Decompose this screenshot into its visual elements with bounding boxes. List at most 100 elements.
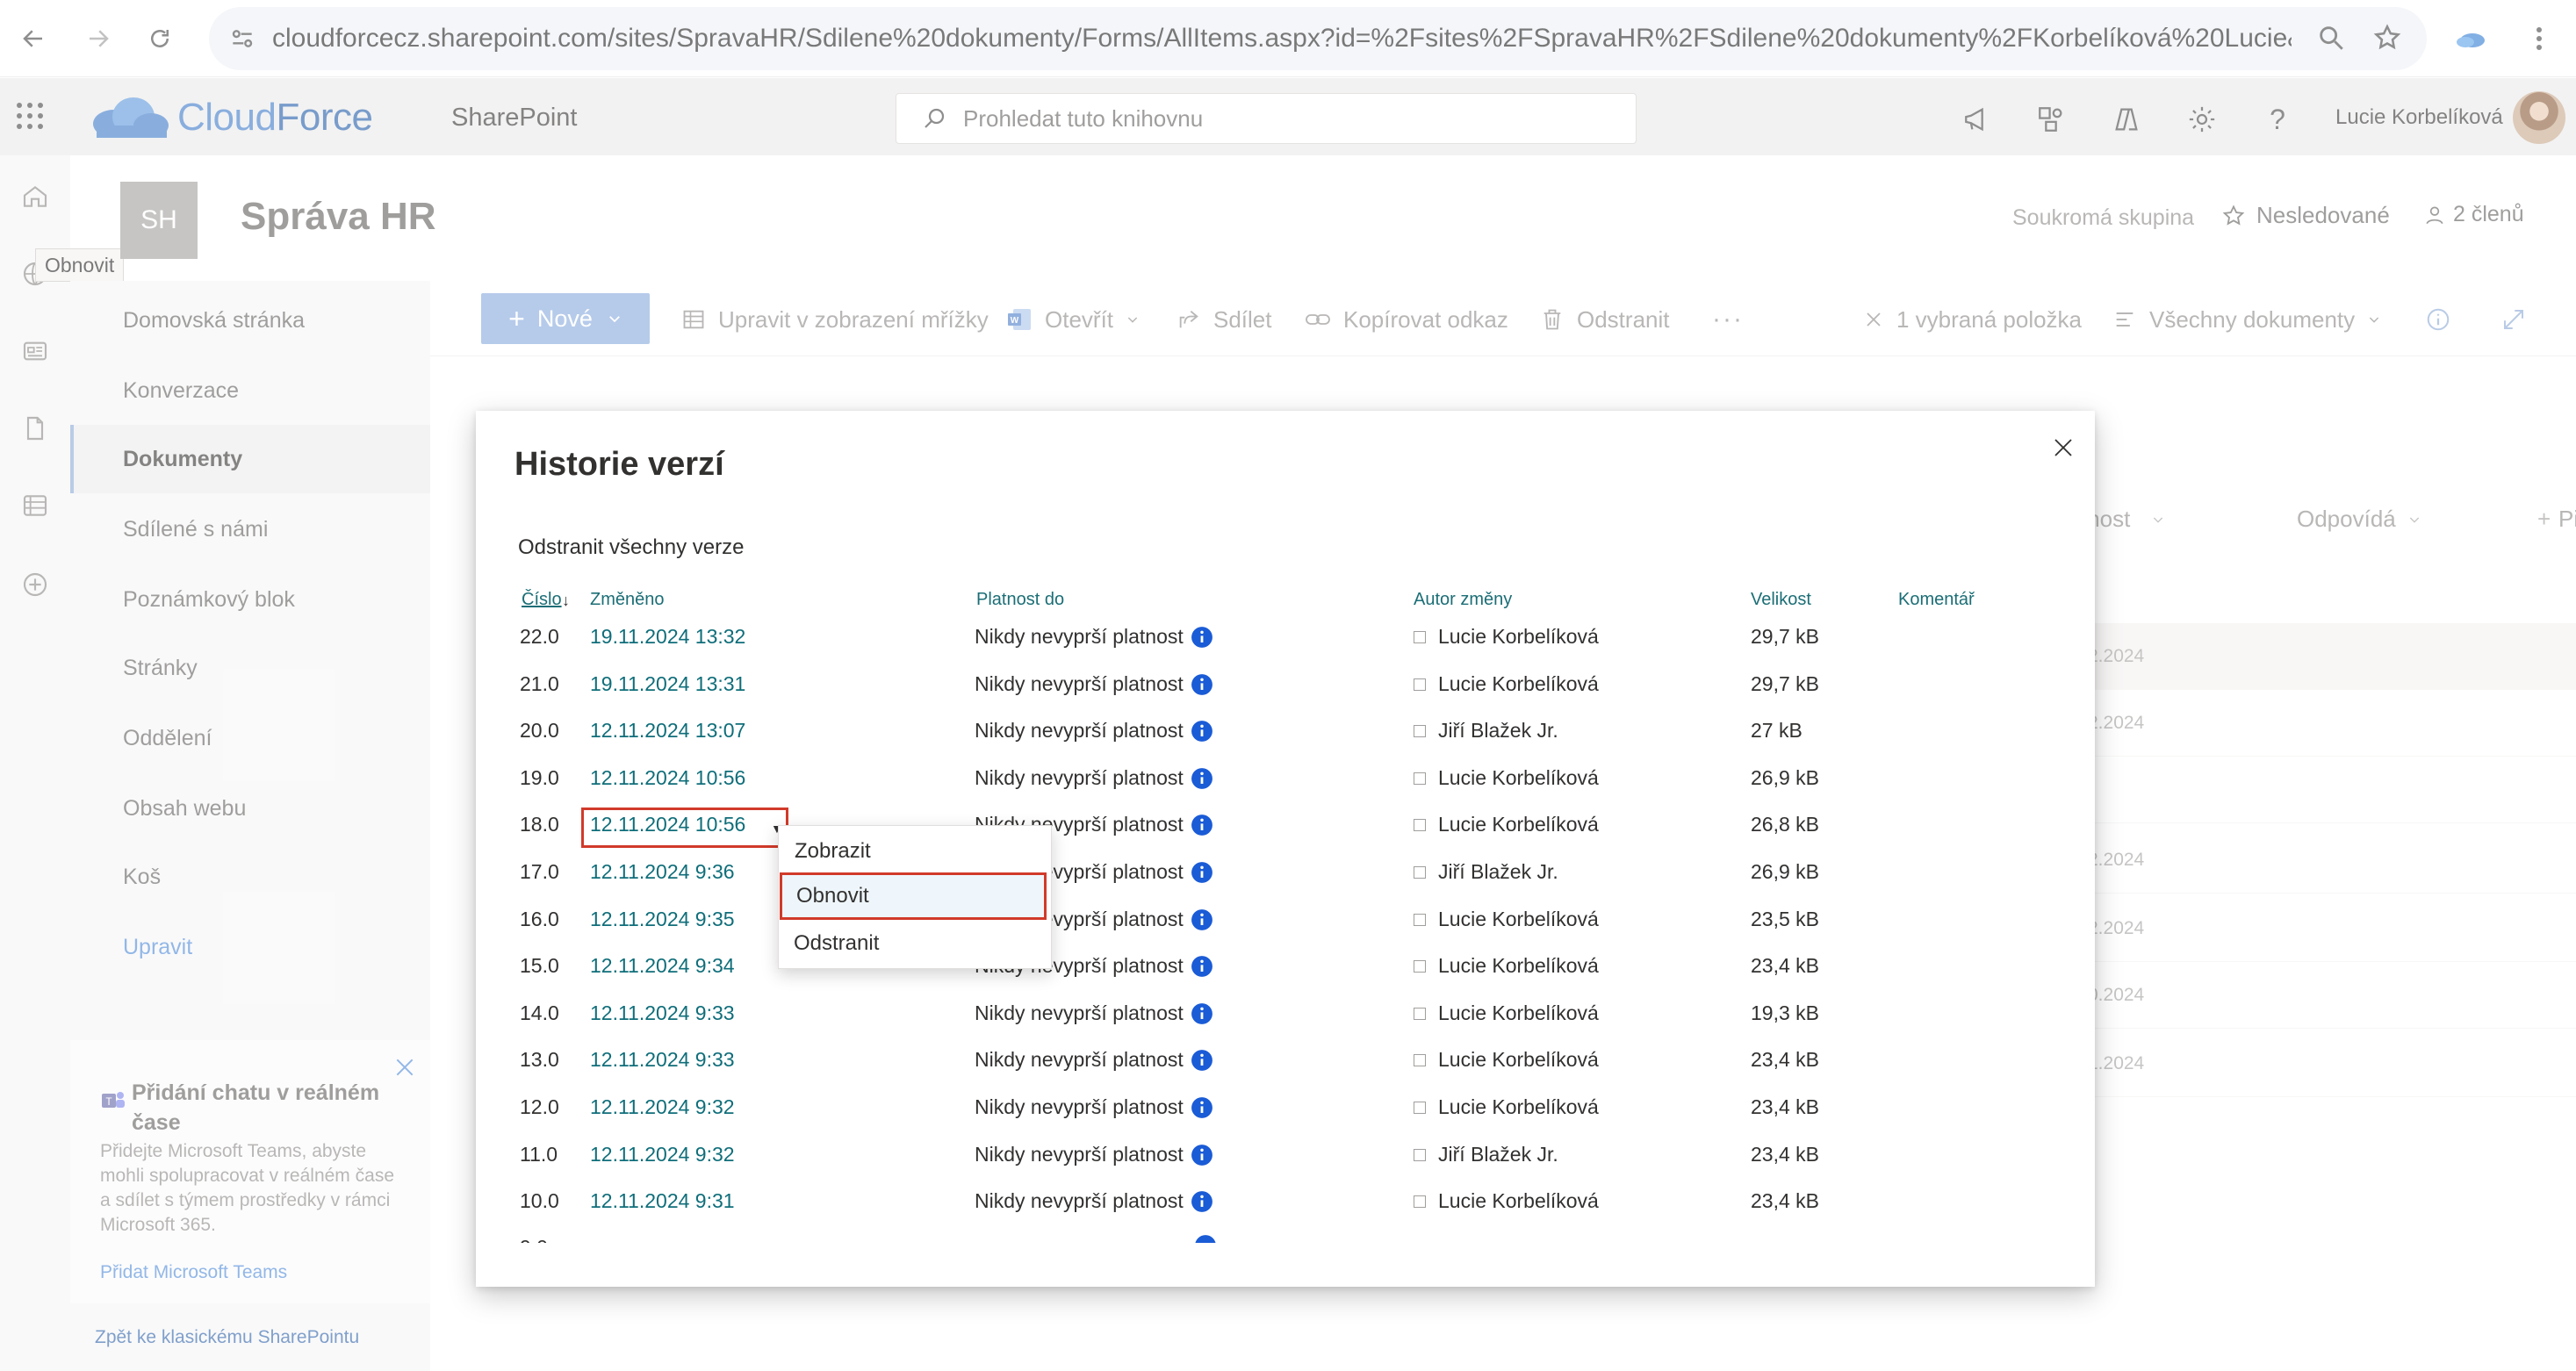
info-icon[interactable] [1191, 1190, 1213, 1213]
version-author: Lucie Korbelíková [1414, 954, 1599, 978]
col-header-modified[interactable]: Změněno [590, 590, 665, 610]
info-icon[interactable] [1191, 626, 1213, 649]
version-expiry: Nikdy nevyprší platnost [975, 719, 1213, 743]
version-modified-link[interactable]: 12.11.2024 9:32 [590, 1143, 735, 1166]
presence-checkbox [1414, 818, 1426, 831]
version-modified-link[interactable]: 12.11.2024 9:36 [590, 860, 735, 884]
presence-checkbox [1414, 913, 1426, 926]
version-number: 12.0 [520, 1095, 559, 1118]
version-size: 29,7 kB [1751, 625, 1819, 648]
version-number: 10.0 [520, 1189, 559, 1212]
presence-checkbox [1414, 1148, 1426, 1161]
col-header-expires[interactable]: Platnost do [976, 590, 1064, 610]
version-row: 14.0 12.11.2024 9:33 Nikdy nevyprší platno… [0, 1001, 2576, 1048]
presence-checkbox [1414, 1195, 1426, 1208]
expiry-text: Nikdy nevyprší platnost [975, 672, 1184, 695]
presence-checkbox [1414, 724, 1426, 737]
info-icon[interactable] [1191, 1144, 1213, 1166]
version-expiry: Nikdy nevyprší platnost [975, 1095, 1213, 1119]
version-row: 18.0 12.11.2024 10:56 Nikdy nevyprší platn… [0, 813, 2576, 859]
version-number: 20.0 [520, 719, 559, 742]
info-icon[interactable] [1191, 1049, 1213, 1072]
info-icon[interactable] [1191, 861, 1213, 884]
version-modified-link[interactable]: 12.11.2024 13:07 [590, 719, 745, 743]
version-modified-link[interactable]: 12.11.2024 9:35 [590, 908, 735, 931]
col-header-author[interactable]: Autor změny [1414, 590, 1512, 610]
version-row: 10.0 12.11.2024 9:31 Nikdy nevyprší platno… [0, 1189, 2576, 1236]
version-size: 26,8 kB [1751, 813, 1819, 836]
version-modified-link[interactable]: 19.11.2024 13:32 [590, 625, 745, 649]
version-size: 23,4 kB [1751, 954, 1819, 977]
info-icon[interactable] [1191, 767, 1213, 790]
version-author: Jiří Blažek Jr. [1414, 860, 1558, 884]
version-author: Lucie Korbelíková [1414, 766, 1599, 790]
sort-arrow-down-icon: ↓ [562, 592, 570, 609]
presence-checkbox [1414, 1053, 1426, 1066]
version-size: 23,4 kB [1751, 1095, 1819, 1118]
col-header-number[interactable]: Číslo [522, 590, 562, 610]
version-expiry: Nikdy nevyprší platnost [975, 1189, 1213, 1213]
info-icon[interactable] [1191, 720, 1213, 743]
info-icon[interactable] [1191, 1096, 1213, 1119]
delete-all-versions-link[interactable]: Odstranit všechny verze [518, 535, 744, 560]
version-row: 21.0 19.11.2024 13:31 Nikdy nevyprší platn… [0, 672, 2576, 719]
expiry-text: Nikdy nevyprší platnost [975, 1048, 1184, 1071]
expiry-text: Nikdy nevyprší platnost [975, 1095, 1184, 1118]
version-number: 15.0 [520, 954, 559, 977]
author-name: Lucie Korbelíková [1438, 1095, 1599, 1118]
info-icon[interactable] [1191, 1002, 1213, 1025]
presence-checkbox [1414, 1007, 1426, 1020]
version-modified-link[interactable]: 12.11.2024 9:32 [590, 1095, 735, 1119]
version-number: 22.0 [520, 625, 559, 648]
selected-version-highlight [581, 808, 788, 848]
clipped-row-number: 9.0 [520, 1236, 548, 1243]
version-row: 17.0 12.11.2024 9:36 Nikdy nevyprší platno… [0, 860, 2576, 907]
col-header-size[interactable]: Velikost [1751, 590, 1811, 610]
info-icon[interactable] [1191, 673, 1213, 696]
author-name: Lucie Korbelíková [1438, 954, 1599, 977]
version-number: 13.0 [520, 1048, 559, 1071]
version-expiry: Nikdy nevyprší platnost [975, 1048, 1213, 1072]
version-author: Jiří Blažek Jr. [1414, 1143, 1558, 1166]
version-number: 11.0 [520, 1143, 558, 1166]
version-expiry: Nikdy nevyprší platnost [975, 672, 1213, 696]
version-size: 23,4 kB [1751, 1189, 1819, 1212]
info-icon[interactable] [1191, 814, 1213, 836]
presence-checkbox [1414, 865, 1426, 879]
version-row: 16.0 12.11.2024 9:35 Nikdy nevyprší platno… [0, 908, 2576, 954]
col-header-comment[interactable]: Komentář [1898, 590, 1975, 610]
presence-checkbox [1414, 630, 1426, 643]
version-modified-link[interactable]: 12.11.2024 9:31 [590, 1189, 735, 1213]
info-icon[interactable] [1191, 955, 1213, 978]
version-row: 22.0 19.11.2024 13:32 Nikdy nevyprší platn… [0, 625, 2576, 671]
version-size: 23,4 kB [1751, 1048, 1819, 1071]
author-name: Lucie Korbelíková [1438, 1001, 1599, 1024]
menu-item-restore[interactable]: Obnovit [780, 872, 1047, 920]
author-name: Lucie Korbelíková [1438, 672, 1599, 695]
version-author: Lucie Korbelíková [1414, 1095, 1599, 1119]
version-modified-link[interactable]: 12.11.2024 9:34 [590, 954, 735, 978]
version-author: Lucie Korbelíková [1414, 1189, 1599, 1213]
version-row: 12.0 12.11.2024 9:32 Nikdy nevyprší platno… [0, 1095, 2576, 1142]
version-modified-link[interactable]: 12.11.2024 9:33 [590, 1001, 735, 1025]
menu-item-view[interactable]: Zobrazit [779, 828, 1053, 875]
version-modified-link[interactable]: 19.11.2024 13:31 [590, 672, 745, 696]
version-author: Lucie Korbelíková [1414, 625, 1599, 649]
version-number: 21.0 [520, 672, 559, 695]
version-row: 11.0 12.11.2024 9:32 Nikdy nevyprší platno… [0, 1143, 2576, 1189]
info-icon[interactable] [1191, 908, 1213, 931]
author-name: Lucie Korbelíková [1438, 625, 1599, 648]
version-expiry: Nikdy nevyprší platnost [975, 625, 1213, 649]
version-number: 14.0 [520, 1001, 559, 1024]
version-modified-link[interactable]: 12.11.2024 9:33 [590, 1048, 735, 1072]
version-author: Lucie Korbelíková [1414, 1001, 1599, 1025]
version-number: 16.0 [520, 908, 559, 930]
version-row: 20.0 12.11.2024 13:07 Nikdy nevyprší platn… [0, 719, 2576, 765]
close-icon[interactable] [2046, 430, 2081, 465]
version-size: 29,7 kB [1751, 672, 1819, 695]
version-modified-link[interactable]: 12.11.2024 10:56 [590, 766, 745, 790]
menu-item-delete[interactable]: Odstranit [778, 920, 1052, 967]
version-expiry: Nikdy nevyprší platnost [975, 1001, 1213, 1025]
author-name: Lucie Korbelíková [1438, 766, 1599, 789]
version-number: 17.0 [520, 860, 559, 883]
